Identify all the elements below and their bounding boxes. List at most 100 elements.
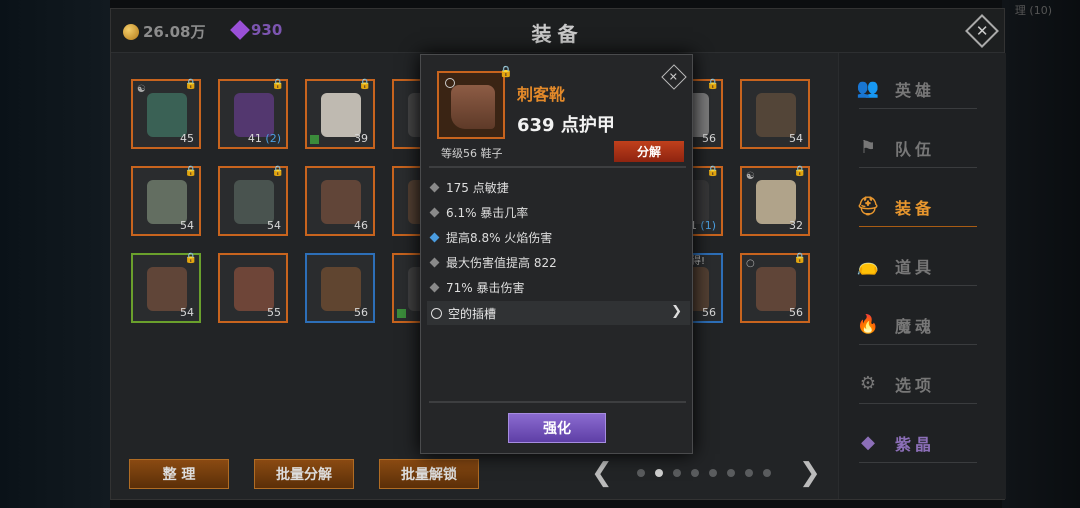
lock-icon: 🔒 [271,79,284,90]
inventory-slot[interactable]: 🔒 54 [218,166,288,236]
sidebar-item-4[interactable]: 🔥 魔魂 [856,305,977,345]
socket-ring-icon [431,307,442,319]
inventory-slot[interactable]: 🔒 ☯ 32 [740,166,810,236]
item-level: 45 [180,132,194,145]
item-level: 39 [354,132,368,145]
item-level: 41 (2) [247,132,281,145]
sidebar-item-1[interactable]: ⚑ 队伍 [859,128,977,168]
upgrade-button[interactable]: 强化 [508,413,606,443]
diamond-bullet-icon [429,282,440,292]
inventory-slot[interactable]: 46 [305,166,375,236]
page-title: 装备 [531,22,584,46]
inventory-slot[interactable]: 🔒 ☯ 45 [131,79,201,149]
chevron-right-icon: ❯ [671,304,682,319]
diamond-bullet-icon [429,232,440,242]
page-dot[interactable] [727,469,735,477]
equipment-icon [321,267,361,311]
slot-badge-icon: ○ [746,258,755,269]
divider [429,401,686,403]
inventory-slot[interactable]: 🔒 54 [131,253,201,323]
diamond-bullet-icon [429,257,440,267]
item-level: 46 [354,219,368,232]
diamond-bullet-icon [429,207,440,217]
item-name: 刺客靴 [517,85,566,104]
batch-unlock-button[interactable]: 批量解锁 [379,459,479,489]
page-dot[interactable] [655,469,663,477]
sidebar-item-0[interactable]: 👥 英雄 [856,69,977,109]
equipment-icon [756,93,796,137]
helmet-icon: ⛑ [856,196,884,217]
item-level: 54 [180,306,194,319]
inventory-slot[interactable]: 55 [218,253,288,323]
close-icon: ✕ [669,70,679,84]
equipment-icon [756,267,796,311]
slot-badge-icon: ☯ [746,171,755,182]
batch-decompose-button[interactable]: 批量分解 [254,459,354,489]
equipment-icon [756,180,796,224]
lock-icon: 🔒 [184,253,197,264]
inventory-slot[interactable]: 56 [305,253,375,323]
item-level: 54 [789,132,803,145]
page-dot[interactable] [709,469,717,477]
sort-button[interactable]: 整 理 [129,459,229,489]
inventory-slot[interactable]: 🔒 54 [131,166,201,236]
background-right [1002,0,1080,508]
divider [429,166,686,168]
inventory-slot[interactable]: 54 [740,79,810,149]
equipment-icon [234,267,274,311]
page-dot[interactable] [745,469,753,477]
close-icon: ✕ [975,21,989,40]
page-dot[interactable] [637,469,645,477]
sidebar: 👥 英雄 ⚑ 队伍 ⛑ 装备 👝 道具 🔥 魔魂 ⚙ 选项 ◆ 紫晶 [838,53,1006,499]
stat-text: 175 点敏捷 [446,180,509,195]
hero-icon: 👥 [856,78,884,99]
stat-row: 最大伤害值提高 822 [429,252,557,272]
socket-label: 空的插槽 [448,306,497,321]
close-button[interactable]: ✕ [965,14,999,48]
page-dot[interactable] [763,469,771,477]
stat-text: 6.1% 暴击几率 [446,205,529,220]
item-count: (1) [696,219,716,232]
item-level: 54 [180,219,194,232]
sidebar-item-2[interactable]: ⛑ 装备 [856,187,977,227]
sidebar-item-label: 魔魂 [895,316,936,336]
lock-icon: 🔒 [706,79,719,90]
book-icon [397,309,406,318]
decompose-button[interactable]: 分解 [614,141,684,162]
lock-icon[interactable]: 🔒 [499,65,513,78]
corner-label: 理 (10) [1014,4,1052,17]
inventory-slot[interactable]: 🔒 41 (2) [218,79,288,149]
equipment-icon [147,93,187,137]
sidebar-item-label: 紫晶 [895,434,936,454]
flame-icon: 🔥 [856,314,884,335]
item-level: 56 [702,132,716,145]
sidebar-item-5[interactable]: ⚙ 选项 [859,364,977,404]
lock-icon: 🔒 [706,166,719,177]
sidebar-item-label: 选项 [895,375,936,395]
lock-icon: 🔒 [184,79,197,90]
equipment-icon [321,180,361,224]
prev-page-button[interactable]: ❮ [591,459,613,487]
next-page-button[interactable]: ❯ [799,459,821,487]
diamond-bullet-icon [429,182,440,192]
sidebar-item-6[interactable]: ◆ 紫晶 [859,423,977,463]
inventory-slot[interactable]: 🔒 ○ 56 [740,253,810,323]
item-level: 32 [789,219,803,232]
stat-text: 71% 暴击伤害 [446,280,525,295]
flag-icon: ⚑ [859,137,881,158]
top-bar: 26.08万 930 装备 ✕ [111,9,1004,53]
item-level: 54 [267,219,281,232]
empty-socket-row[interactable]: 空的插槽 ❯ [427,301,690,325]
inventory-slot[interactable]: 🔒 39 [305,79,375,149]
lock-icon: 🔒 [793,166,806,177]
popup-close-button[interactable]: ✕ [660,63,688,91]
stat-row: 提高8.8% 火焰伤害 [429,227,552,247]
sidebar-item-3[interactable]: 👝 道具 [857,246,977,286]
page-indicator: ❮ ❯ [591,459,821,489]
gear-icon: ⚙ [859,373,881,394]
page-dot[interactable] [673,469,681,477]
sidebar-item-label: 装备 [895,198,936,218]
background-left [0,0,110,508]
page-dot[interactable] [691,469,699,477]
lock-icon: 🔒 [271,166,284,177]
